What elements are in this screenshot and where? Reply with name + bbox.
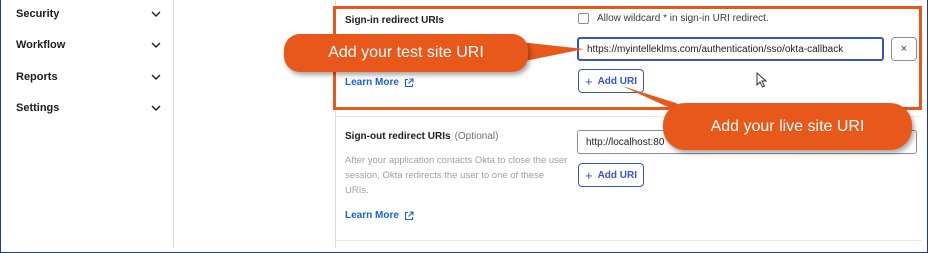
- sidebar-item-label: Security: [16, 8, 60, 20]
- sidebar-item-settings[interactable]: Settings: [16, 98, 162, 118]
- signout-learn-more-link[interactable]: Learn More: [345, 210, 414, 221]
- optional-tag: (Optional): [454, 131, 499, 142]
- signout-label-text: Sign-out redirect URIs: [345, 131, 451, 142]
- test-site-callout: Add your test site URI: [284, 34, 528, 72]
- signout-help-text: After your application contacts Okta to …: [345, 155, 568, 196]
- add-uri-label: Add URI: [597, 169, 638, 181]
- live-site-callout: Add your live site URI: [663, 103, 912, 150]
- learn-more-label: Learn More: [345, 210, 399, 221]
- plus-icon: +: [584, 167, 593, 183]
- sidebar-item-reports[interactable]: Reports: [16, 67, 162, 87]
- signout-redirect-label: Sign-out redirect URIs (Optional): [345, 131, 498, 142]
- live-site-callout-text: Add your live site URI: [710, 117, 865, 135]
- external-link-icon: [404, 210, 414, 220]
- test-site-callout-text: Add your test site URI: [328, 44, 484, 61]
- sidebar-item-label: Settings: [16, 102, 60, 114]
- sidebar-item-label: Workflow: [16, 39, 66, 51]
- sidebar-item-workflow[interactable]: Workflow: [16, 35, 162, 55]
- signout-add-uri-button[interactable]: + Add URI: [578, 163, 644, 187]
- sidebar-item-security[interactable]: Security: [16, 4, 162, 24]
- mouse-cursor-icon: [756, 72, 768, 88]
- chevron-down-icon: [150, 102, 162, 114]
- sidebar: Security Workflow Reports Settings: [1, 0, 174, 248]
- chevron-down-icon: [150, 39, 162, 51]
- sidebar-item-label: Reports: [16, 71, 58, 83]
- chevron-down-icon: [150, 71, 162, 83]
- chevron-down-icon: [150, 8, 162, 20]
- section-divider: [336, 240, 922, 241]
